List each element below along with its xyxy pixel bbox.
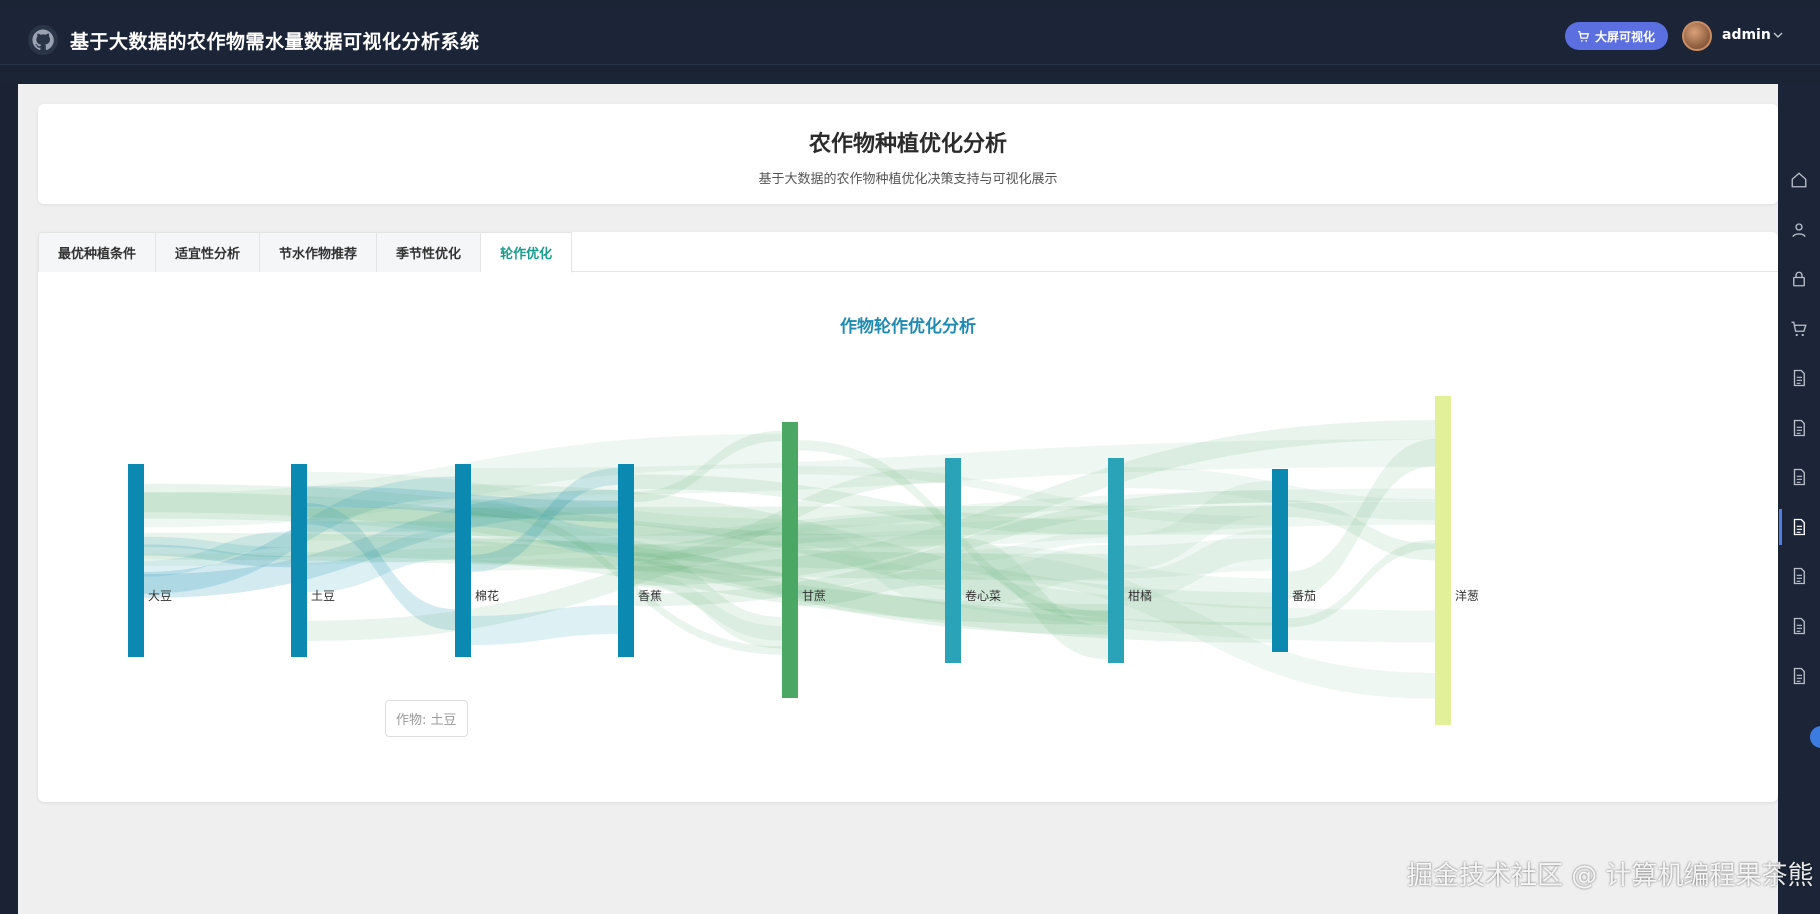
tab-optimal-conditions[interactable]: 最优种植条件: [38, 232, 157, 272]
sankey-node-label: 大豆: [148, 589, 172, 603]
sankey-node-label: 洋葱: [1455, 588, 1479, 603]
sankey-node[interactable]: [618, 464, 634, 657]
bigscreen-label: 大屏可视化: [1595, 29, 1656, 44]
doc-icon[interactable]: [1789, 418, 1809, 438]
sankey-chart[interactable]: 大豆 土豆 棉花 香蕉 甘蔗 卷心菜 柑橘 番茄 洋葱: [38, 332, 1778, 772]
doc-icon[interactable]: [1789, 368, 1809, 388]
doc-icon[interactable]: [1789, 467, 1809, 487]
top-header: 基于大数据的农作物需水量数据可视化分析系统 大屏可视化 admin: [0, 0, 1820, 84]
page-hero: 农作物种植优化分析 基于大数据的农作物种植优化决策支持与可视化展示: [38, 104, 1778, 204]
sankey-node-label: 柑橘: [1128, 588, 1152, 603]
page-title: 农作物种植优化分析: [808, 132, 1007, 157]
app-title: 基于大数据的农作物需水量数据可视化分析系统: [70, 31, 480, 53]
sankey-node-label: 香蕉: [638, 589, 662, 603]
home-icon[interactable]: [1789, 170, 1809, 190]
analysis-panel: 最优种植条件 适宜性分析 节水作物推荐 季节性优化 轮作优化 作物轮作优化分析 …: [38, 232, 1778, 802]
doc-icon[interactable]: [1779, 509, 1809, 545]
cart-icon: [1578, 30, 1590, 42]
sankey-node[interactable]: [1108, 458, 1124, 663]
avatar[interactable]: [1682, 21, 1712, 51]
doc-icon[interactable]: [1789, 666, 1809, 686]
github-icon[interactable]: [28, 25, 58, 55]
sankey-node-label: 番茄: [1292, 589, 1316, 603]
tab-rotation[interactable]: 轮作优化: [481, 232, 573, 273]
sankey-node-label: 甘蔗: [802, 589, 826, 603]
main-content: 农作物种植优化分析 基于大数据的农作物种植优化决策支持与可视化展示 最优种植条件…: [18, 84, 1778, 914]
right-toolbar: [1778, 84, 1820, 914]
user-icon[interactable]: [1789, 220, 1809, 240]
sankey-node[interactable]: [455, 464, 471, 657]
sankey-node[interactable]: [291, 464, 307, 657]
sankey-node-label: 棉花: [475, 588, 499, 603]
tab-water-saving[interactable]: 节水作物推荐: [260, 232, 378, 272]
sankey-node-label: 土豆: [311, 589, 335, 603]
doc-icon[interactable]: [1789, 566, 1809, 586]
username[interactable]: admin: [1722, 27, 1771, 43]
watermark: 掘金技术社区 @ 计算机编程果茶熊: [1407, 861, 1814, 891]
chart-tooltip: 作物: 土豆: [385, 700, 468, 737]
sankey-node-label: 卷心菜: [965, 588, 1001, 603]
sankey-node[interactable]: [782, 422, 798, 698]
bigscreen-button[interactable]: 大屏可视化: [1565, 22, 1669, 50]
tab-seasonal[interactable]: 季节性优化: [377, 232, 482, 272]
cart-icon[interactable]: [1789, 319, 1809, 339]
sankey-node[interactable]: [1435, 396, 1451, 725]
sankey-node[interactable]: [945, 458, 961, 663]
chevron-down-icon[interactable]: [1772, 29, 1784, 41]
tab-suitability[interactable]: 适宜性分析: [156, 232, 261, 272]
header-bar: 基于大数据的农作物需水量数据可视化分析系统 大屏可视化 admin: [0, 7, 1820, 65]
page-subtitle: 基于大数据的农作物种植优化决策支持与可视化展示: [758, 172, 1058, 187]
sankey-node[interactable]: [1272, 469, 1288, 652]
doc-icon[interactable]: [1789, 616, 1809, 636]
lock-icon[interactable]: [1789, 269, 1809, 289]
sankey-node[interactable]: [128, 464, 144, 657]
tab-bar: 最优种植条件 适宜性分析 节水作物推荐 季节性优化 轮作优化: [38, 232, 1778, 273]
